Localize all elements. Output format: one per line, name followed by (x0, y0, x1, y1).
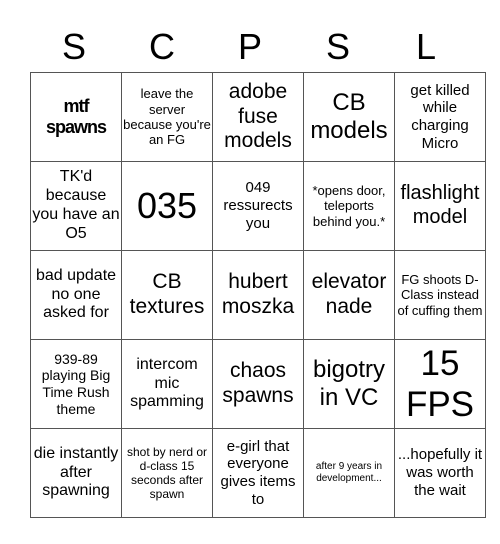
bingo-row: die instantly after spawning shot by nerd… (30, 428, 486, 518)
header-letter: S (61, 26, 86, 67)
bingo-cell[interactable]: 939-89 playing Big Time Rush theme (30, 339, 122, 429)
header-letter: C (149, 26, 175, 67)
bingo-cell[interactable]: hubert moszka (212, 250, 304, 340)
bingo-cell[interactable]: chaos spawns (212, 339, 304, 429)
bingo-row: bad update no one asked for CB textures hu… (30, 250, 486, 340)
bingo-row: TK'd because you have an O5 035 049 ressur… (30, 161, 486, 251)
bingo-cell[interactable]: CB models (303, 72, 395, 162)
bingo-cell[interactable]: shot by nerd or d-class 15 seconds after… (121, 428, 213, 518)
bingo-header: S C P S L (30, 22, 470, 72)
bingo-cell[interactable]: 15 FPS (394, 339, 486, 429)
bingo-cell[interactable]: adobe fuse models (212, 72, 304, 162)
bingo-row: mtf spawns leave the server because you'r… (30, 72, 486, 162)
bingo-cell[interactable]: after 9 years in development... (303, 428, 395, 518)
header-letter: S (325, 26, 350, 67)
bingo-cell[interactable]: leave the server because you're an FG (121, 72, 213, 162)
bingo-cell[interactable]: ...hopefully it was worth the wait (394, 428, 486, 518)
bingo-cell[interactable]: TK'd because you have an O5 (30, 161, 122, 251)
bingo-cell[interactable]: bad update no one asked for (30, 250, 122, 340)
bingo-cell[interactable]: get killed while charging Micro (394, 72, 486, 162)
bingo-cell[interactable]: 049 ressurects you (212, 161, 304, 251)
bingo-cell[interactable]: flashlight model (394, 161, 486, 251)
bingo-cell[interactable]: 035 (121, 161, 213, 251)
bingo-card: mtf spawns leave the server because you'r… (30, 72, 486, 518)
bingo-row: 939-89 playing Big Time Rush theme interc… (30, 339, 486, 429)
bingo-cell[interactable]: intercom mic spamming (121, 339, 213, 429)
bingo-cell[interactable]: e-girl that everyone gives items to (212, 428, 304, 518)
bingo-cell[interactable]: FG shoots D-Class instead of cuffing the… (394, 250, 486, 340)
bingo-cell[interactable]: die instantly after spawning (30, 428, 122, 518)
bingo-cell[interactable]: mtf spawns (30, 72, 122, 162)
bingo-cell[interactable]: bigotry in VC (303, 339, 395, 429)
header-letter: L (415, 26, 437, 67)
bingo-cell[interactable]: elevator nade (303, 250, 395, 340)
bingo-cell[interactable]: CB textures (121, 250, 213, 340)
bingo-cell[interactable]: *opens door, teleports behind you.* (303, 161, 395, 251)
header-letter: P (237, 26, 262, 67)
